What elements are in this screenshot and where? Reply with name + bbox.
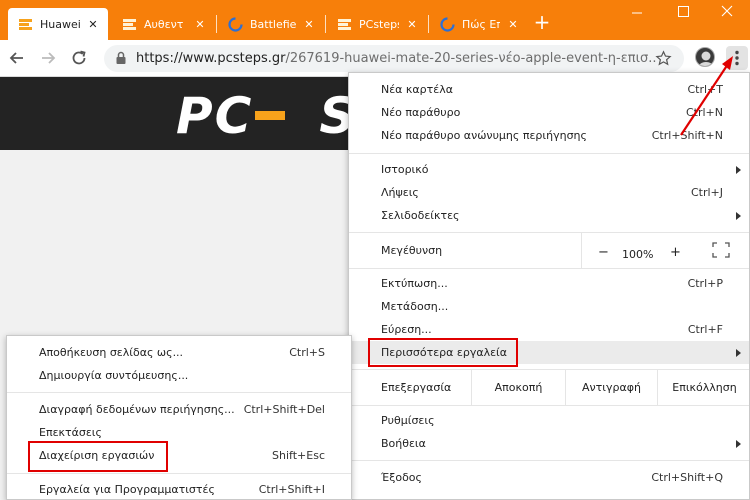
- annotation-arrow: [680, 56, 733, 136]
